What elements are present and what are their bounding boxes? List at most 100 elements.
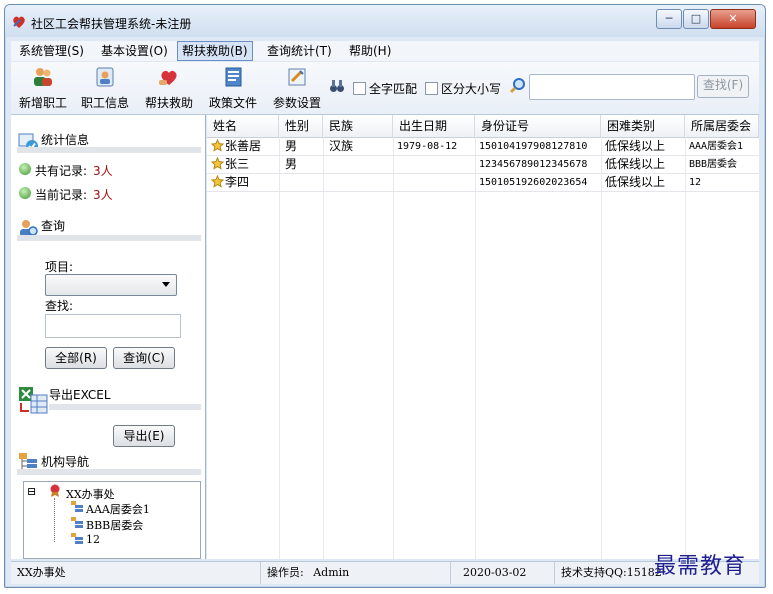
item-select[interactable] xyxy=(45,274,177,296)
window-title: 社区工会帮扶管理系统-未注册 xyxy=(31,17,192,31)
grid-line xyxy=(685,137,686,559)
col-birth[interactable]: 出生日期 xyxy=(393,115,475,137)
cell-birth xyxy=(393,156,475,173)
watermark: 最需教育 xyxy=(654,554,747,579)
help-aid-button[interactable]: 帮扶救助 xyxy=(141,64,197,112)
cell-id: 150105192602023654 xyxy=(479,177,588,188)
tree-line xyxy=(54,498,56,542)
operator-value: Admin xyxy=(313,566,350,579)
star-icon xyxy=(211,139,224,152)
col-gender[interactable]: 性别 xyxy=(279,115,323,137)
cell-category: 低保线以上 xyxy=(605,139,666,153)
close-button[interactable]: ✕ xyxy=(710,9,756,29)
menu-system[interactable]: 系统管理(S) xyxy=(15,41,88,61)
cell-committee: 12 xyxy=(689,177,702,188)
item-label: 项目: xyxy=(45,260,74,274)
case-sensitive-checkbox[interactable] xyxy=(425,82,438,95)
col-name[interactable]: 姓名 xyxy=(207,115,279,137)
total-records: 共有记录: 3人 xyxy=(19,162,113,179)
chevron-down-icon xyxy=(162,282,170,287)
menu-bar: 系统管理(S) 基本设置(O) 帮扶救助(B) 查询统计(T) 帮助(H) xyxy=(11,41,759,61)
committee-icon xyxy=(71,501,83,512)
current-records: 当前记录: 3人 xyxy=(19,186,113,203)
table-header: 姓名 性别 民族 出生日期 身份证号 困难类别 所属居委会 xyxy=(207,115,759,138)
committee-icon xyxy=(71,517,83,528)
menu-help[interactable]: 帮助(H) xyxy=(345,41,395,61)
total-records-label: 共有记录: xyxy=(35,164,88,178)
col-category[interactable]: 困难类别 xyxy=(601,115,685,137)
check-icon xyxy=(19,187,31,199)
find-label: 查找: xyxy=(45,299,74,313)
cell-id: 150104197908127810 xyxy=(479,141,588,152)
left-panel: 统计信息 共有记录: 3人 当前记录: 3人 查询 项目: 查找: 全部(R) 查询… xyxy=(11,115,206,559)
cell-ethnicity xyxy=(323,156,393,173)
policy-file-button[interactable]: 政策文件 xyxy=(205,64,261,112)
status-bar: XX办事处 操作员: Admin 2020-03-02 技术支持QQ:15182 xyxy=(11,561,759,584)
org-nav-title: 机构导航 xyxy=(41,455,90,469)
find-input[interactable] xyxy=(45,314,181,338)
help-aid-label: 帮扶救助 xyxy=(144,96,193,110)
table-row[interactable]: 李四 150105192602023654 低保线以上 12 xyxy=(207,174,759,192)
settings-button[interactable]: 参数设置 xyxy=(269,64,325,112)
worker-info-label: 职工信息 xyxy=(80,96,129,110)
cell-ethnicity xyxy=(323,174,393,191)
col-id[interactable]: 身份证号 xyxy=(475,115,601,137)
org-nav-divider xyxy=(17,469,201,475)
all-button[interactable]: 全部(R) xyxy=(45,347,107,369)
table-row[interactable]: 张善居 男 汉族 1979-08-12 150104197908127810 低… xyxy=(207,138,759,156)
status-date: 2020-03-02 xyxy=(451,562,555,584)
name-text: 李四 xyxy=(225,175,250,189)
settings-icon xyxy=(288,68,306,86)
query-button[interactable]: 查询(C) xyxy=(113,347,175,369)
name-text: 张三 xyxy=(225,157,250,171)
cell-category: 低保线以上 xyxy=(605,175,666,189)
cell-gender: 男 xyxy=(285,139,298,153)
cell-name: 李四 xyxy=(207,174,279,191)
current-records-label: 当前记录: xyxy=(35,188,88,202)
cell-name: 张三 xyxy=(207,156,279,173)
star-icon xyxy=(211,157,224,170)
worker-info-icon xyxy=(96,67,114,87)
app-window: 社区工会帮扶管理系统-未注册 ─ □ ✕ 系统管理(S) 基本设置(O) 帮扶救… xyxy=(4,4,766,588)
menu-basic-settings[interactable]: 基本设置(O) xyxy=(97,41,172,61)
name-text: 张善居 xyxy=(225,139,262,153)
cell-committee: BBB居委会 xyxy=(689,159,738,170)
binoculars-icon xyxy=(330,80,344,92)
minimize-button[interactable]: ─ xyxy=(656,9,682,29)
tree-item-bbb[interactable]: BBB居委会 xyxy=(86,517,143,533)
stats-title: 统计信息 xyxy=(41,133,90,147)
menu-help-aid[interactable]: 帮扶救助(B) xyxy=(177,41,253,61)
add-worker-button[interactable]: 新增职工 xyxy=(13,64,73,112)
cell-category: 低保线以上 xyxy=(605,157,666,171)
grid-line xyxy=(279,137,280,559)
title-bar[interactable]: 社区工会帮扶管理系统-未注册 ─ □ ✕ xyxy=(5,5,765,37)
export-title: 导出EXCEL xyxy=(49,388,111,402)
table-row[interactable]: 张三 男 123456789012345678 低保线以上 BBB居委会 xyxy=(207,156,759,174)
cell-committee: AAA居委会1 xyxy=(689,141,744,152)
tree-expander[interactable]: ⊟ xyxy=(27,485,36,498)
whole-word-checkbox[interactable] xyxy=(353,82,366,95)
total-records-value: 3人 xyxy=(93,164,113,178)
policy-file-label: 政策文件 xyxy=(208,96,257,110)
col-committee[interactable]: 所属居委会 xyxy=(685,115,759,137)
worker-table: 姓名 性别 民族 出生日期 身份证号 困难类别 所属居委会 张善居 男 汉族 1… xyxy=(207,115,759,559)
menu-query-stats[interactable]: 查询统计(T) xyxy=(263,41,336,61)
whole-word-label: 全字匹配 xyxy=(369,82,418,96)
grid-line xyxy=(393,137,394,559)
query-title: 查询 xyxy=(41,219,66,233)
cell-ethnicity: 汉族 xyxy=(329,139,354,153)
col-ethnicity[interactable]: 民族 xyxy=(323,115,393,137)
award-icon xyxy=(50,484,60,497)
policy-file-icon xyxy=(225,67,242,87)
find-button[interactable]: 查找(F) xyxy=(697,75,749,98)
search-input[interactable] xyxy=(529,74,695,100)
tree-item-12[interactable]: 12 xyxy=(86,533,100,546)
search-icon xyxy=(509,78,525,94)
cell-gender xyxy=(279,174,323,191)
status-operator: 操作员: Admin xyxy=(261,562,451,584)
export-button[interactable]: 导出(E) xyxy=(113,425,175,447)
tree-item-aaa[interactable]: AAA居委会1 xyxy=(86,501,150,517)
help-aid-icon xyxy=(159,70,177,85)
maximize-button[interactable]: □ xyxy=(683,9,709,29)
worker-info-button[interactable]: 职工信息 xyxy=(77,64,133,112)
